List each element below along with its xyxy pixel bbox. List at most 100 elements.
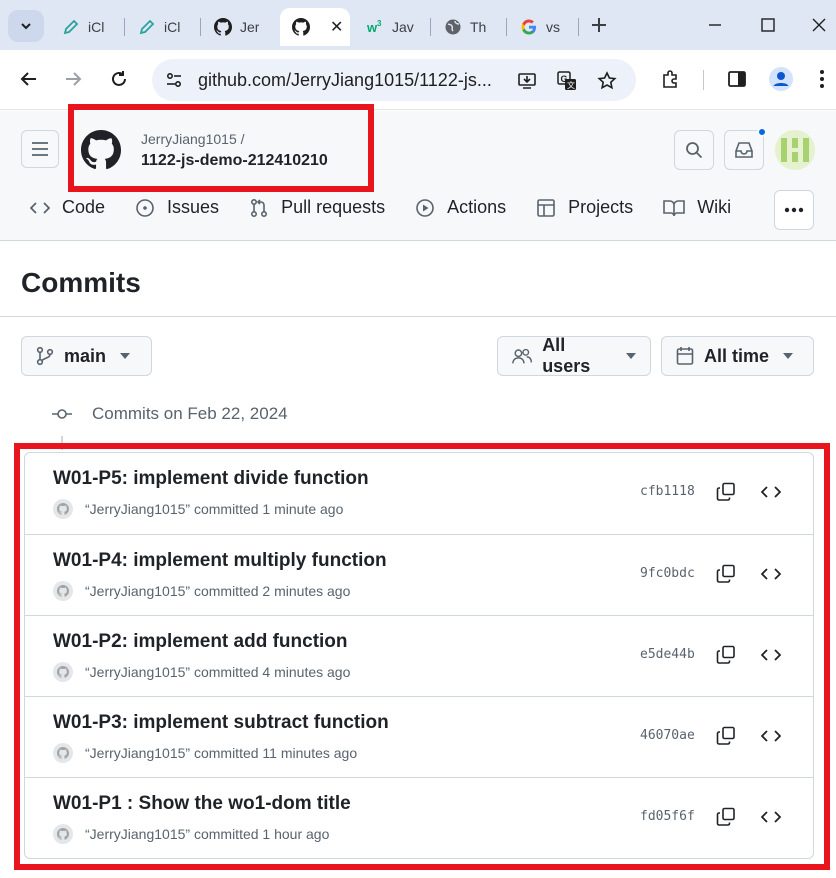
bookmark-button[interactable] bbox=[596, 70, 618, 92]
commit-sha-link[interactable]: cfb1118 bbox=[640, 484, 695, 499]
tab-divider bbox=[124, 18, 125, 36]
copy-sha-button[interactable] bbox=[715, 563, 737, 585]
author-avatar[interactable] bbox=[53, 662, 73, 682]
commit-title-link[interactable]: W01-P5: implement divide function bbox=[53, 468, 369, 490]
commit-author: “JerryJiang1015” bbox=[85, 583, 191, 599]
browser-tab[interactable]: Jer bbox=[202, 8, 276, 46]
code-icon bbox=[761, 811, 781, 823]
commit-time: 1 hour ago bbox=[262, 826, 330, 842]
url-text[interactable]: github.com/JerryJiang1015/1122-js... bbox=[198, 70, 492, 91]
time-filter[interactable]: All time bbox=[661, 336, 814, 376]
tab-title: vs bbox=[546, 19, 560, 35]
browser-tab[interactable]: iCl bbox=[50, 8, 122, 46]
profile-button[interactable] bbox=[766, 64, 796, 94]
tab-pull-requests[interactable]: Pull requests bbox=[249, 197, 385, 218]
browser-tab[interactable]: iCl bbox=[126, 8, 198, 46]
browse-repo-button[interactable] bbox=[759, 481, 783, 503]
browse-repo-button[interactable] bbox=[759, 644, 783, 666]
side-panel-button[interactable] bbox=[722, 64, 752, 94]
author-avatar[interactable] bbox=[53, 824, 73, 844]
commit-sha-link[interactable]: 9fc0bdc bbox=[640, 566, 695, 581]
commit-meta: “JerryJiang1015” committed 4 minutes ago bbox=[53, 662, 350, 682]
search-button[interactable] bbox=[674, 130, 714, 170]
copy-sha-button[interactable] bbox=[715, 806, 737, 828]
users-filter[interactable]: All users bbox=[497, 335, 651, 376]
browse-repo-button[interactable] bbox=[759, 563, 783, 585]
commit-time: 11 minutes ago bbox=[262, 745, 358, 761]
browse-repo-button[interactable] bbox=[759, 806, 783, 828]
repo-header: JerryJiang1015 / 1122-js-demo-212410210 … bbox=[0, 111, 836, 241]
close-tab-icon[interactable]: ✕ bbox=[330, 17, 343, 37]
commit-action: committed bbox=[193, 745, 259, 761]
browser-menu-button[interactable] bbox=[812, 64, 832, 94]
browse-repo-button[interactable] bbox=[759, 725, 783, 747]
commit-sha-link[interactable]: e5de44b bbox=[640, 647, 695, 662]
site-info-button[interactable] bbox=[162, 68, 186, 92]
branch-selector[interactable]: main bbox=[21, 336, 152, 376]
repo-owner-link[interactable]: JerryJiang1015 / bbox=[141, 131, 245, 147]
user-avatar[interactable] bbox=[775, 130, 815, 170]
commit-author: “JerryJiang1015” bbox=[85, 664, 191, 680]
github-icon bbox=[57, 666, 69, 678]
reload-button[interactable] bbox=[104, 64, 134, 94]
commit-title-link[interactable]: W01-P4: implement multiply function bbox=[53, 550, 387, 572]
author-avatar[interactable] bbox=[53, 499, 73, 519]
tab-code[interactable]: Code bbox=[30, 197, 105, 218]
tab-divider bbox=[430, 18, 431, 36]
browser-tab[interactable]: Th bbox=[432, 8, 504, 46]
tab-projects[interactable]: Projects bbox=[536, 197, 633, 218]
side-panel-icon bbox=[728, 71, 746, 87]
author-avatar[interactable] bbox=[53, 743, 73, 763]
browser-tab-active[interactable]: ✕ bbox=[280, 8, 350, 46]
close-window-button[interactable] bbox=[806, 12, 832, 38]
commit-meta: “JerryJiang1015” committed 1 minute ago bbox=[53, 499, 343, 519]
tab-issues[interactable]: Issues bbox=[135, 197, 219, 218]
copy-sha-button[interactable] bbox=[715, 725, 737, 747]
tab-wiki[interactable]: Wiki bbox=[663, 197, 731, 218]
commit-title-link[interactable]: W01-P2: implement add function bbox=[53, 631, 348, 653]
commit-row: W01-P2: implement add function “JerryJia… bbox=[25, 615, 813, 696]
github-icon bbox=[57, 585, 69, 597]
extensions-button[interactable] bbox=[656, 64, 686, 94]
kebab-menu-icon bbox=[820, 70, 824, 88]
w3schools-icon: w3 bbox=[366, 18, 384, 36]
branch-name: main bbox=[64, 345, 107, 366]
new-tab-button[interactable] bbox=[586, 12, 612, 38]
commit-sha-link[interactable]: 46070ae bbox=[640, 728, 695, 743]
commit-row: W01-P5: implement divide function “Jerry… bbox=[25, 453, 813, 534]
forward-button[interactable] bbox=[58, 64, 88, 94]
code-icon bbox=[761, 649, 781, 661]
branch-icon bbox=[36, 346, 54, 366]
minimize-button[interactable] bbox=[702, 12, 728, 38]
notification-dot bbox=[757, 127, 767, 137]
author-avatar[interactable] bbox=[53, 581, 73, 601]
copy-sha-button[interactable] bbox=[715, 644, 737, 666]
translate-button[interactable]: G文 bbox=[556, 70, 578, 92]
github-logo[interactable] bbox=[81, 130, 121, 170]
browser-tab[interactable]: vs bbox=[508, 8, 576, 46]
more-nav-button[interactable] bbox=[774, 190, 814, 230]
maximize-button[interactable] bbox=[755, 12, 781, 38]
github-icon bbox=[292, 18, 310, 36]
tab-search-button[interactable] bbox=[8, 10, 44, 42]
code-icon bbox=[761, 486, 781, 498]
browser-tab-strip: iCl iCl Jer ✕ w3 Jav Th vs bbox=[0, 0, 836, 50]
tab-actions[interactable]: Actions bbox=[415, 197, 506, 218]
browser-tab[interactable]: w3 Jav bbox=[354, 8, 428, 46]
repo-name-link[interactable]: 1122-js-demo-212410210 bbox=[141, 152, 328, 170]
open-global-nav-button[interactable] bbox=[21, 130, 59, 168]
address-bar[interactable]: github.com/JerryJiang1015/1122-js... G文 bbox=[152, 59, 636, 101]
commit-title-link[interactable]: W01-P3: implement subtract function bbox=[53, 712, 389, 734]
tune-icon bbox=[166, 72, 182, 88]
commit-title-link[interactable]: W01-P1 : Show the wo1-dom title bbox=[53, 793, 351, 815]
maximize-icon bbox=[761, 18, 775, 32]
inbox-button[interactable] bbox=[724, 127, 767, 170]
tab-title: iCl bbox=[88, 19, 105, 35]
install-app-button[interactable] bbox=[516, 70, 538, 92]
pen-icon bbox=[62, 18, 80, 36]
commit-sha-link[interactable]: fd05f6f bbox=[640, 809, 695, 824]
copy-icon bbox=[716, 726, 735, 745]
copy-sha-button[interactable] bbox=[715, 481, 737, 503]
back-button[interactable] bbox=[14, 64, 44, 94]
copy-icon bbox=[716, 807, 735, 826]
